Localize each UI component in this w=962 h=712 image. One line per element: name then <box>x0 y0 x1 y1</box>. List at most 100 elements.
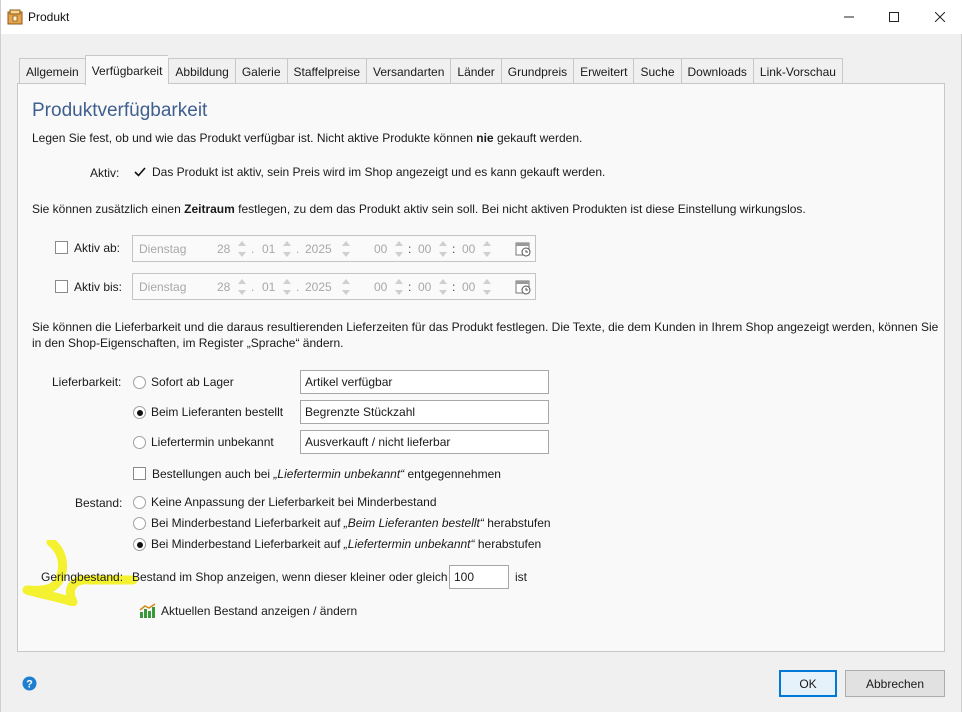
minute-spinner-icon[interactable] <box>439 239 447 259</box>
month-spinner-icon[interactable] <box>283 277 291 297</box>
bestand-label: Bestand: <box>75 496 123 510</box>
radio-sofort-ab-lager[interactable] <box>133 376 146 389</box>
tab-suche[interactable]: Suche <box>633 58 681 86</box>
tab-versandarten[interactable]: Versandarten <box>366 58 451 86</box>
weekday-field: Dienstag <box>139 242 187 256</box>
date-separator: . <box>251 280 255 294</box>
minimize-icon <box>844 16 854 18</box>
radio-label: Beim Lieferanten bestellt <box>151 405 284 419</box>
text-sofort-input[interactable]: Artikel verfügbar <box>300 370 549 394</box>
time-separator: : <box>408 242 412 256</box>
month-field[interactable]: 01 <box>262 280 275 294</box>
orders-unknown-label: Bestellungen auch bei „Liefertermin unbe… <box>152 467 501 481</box>
bestand-option-label: Bei Minderbestand Lieferbarkeit auf „Lie… <box>151 537 542 551</box>
text-unbekannt-input[interactable]: Ausverkauft / nicht lieferbar <box>300 430 549 454</box>
hour-field[interactable]: 00 <box>374 280 387 294</box>
time-separator: : <box>452 280 456 294</box>
text-lieferanten-input[interactable]: Begrenzte Stückzahl <box>300 400 549 424</box>
month-spinner-icon[interactable] <box>283 239 291 259</box>
hour-spinner-icon[interactable] <box>395 239 403 259</box>
day-spinner-icon[interactable] <box>238 277 246 297</box>
tab-laender[interactable]: Länder <box>450 58 501 86</box>
aktiv-description: Das Produkt ist aktiv, sein Preis wird i… <box>152 165 606 179</box>
dialog-window: Produkt Allgemein Verfügbarkeit Abbildun… <box>0 0 962 712</box>
radio-liefertermin-unbekannt[interactable] <box>133 436 146 449</box>
year-spinner-icon[interactable] <box>342 277 350 297</box>
geringbestand-input[interactable]: 100 <box>449 565 509 589</box>
stock-chart-icon <box>139 603 156 618</box>
month-field[interactable]: 01 <box>262 242 275 256</box>
radio-keine-anpassung[interactable] <box>133 496 146 509</box>
calendar-icon[interactable] <box>515 241 531 257</box>
hour-spinner-icon[interactable] <box>395 277 403 297</box>
aktiv-ab-datetime-picker[interactable]: Dienstag 28 . 01 . 2025 00 : 00 : 00 <box>132 235 536 262</box>
lieferbarkeit-text-line1: Sie können die Lieferbarkeit und die dar… <box>32 320 939 334</box>
intro-text: Legen Sie fest, ob und wie das Produkt v… <box>32 131 583 145</box>
tab-grundpreis[interactable]: Grundpreis <box>500 58 574 86</box>
minute-spinner-icon[interactable] <box>439 277 447 297</box>
maximize-button[interactable] <box>871 0 917 34</box>
second-spinner-icon[interactable] <box>483 277 491 297</box>
minute-field[interactable]: 00 <box>418 280 431 294</box>
hour-field[interactable]: 00 <box>374 242 387 256</box>
stock-link-label: Aktuellen Bestand anzeigen / ändern <box>161 604 358 618</box>
tab-bar: Allgemein Verfügbarkeit Abbildung Galeri… <box>19 55 843 86</box>
radio-label: Sofort ab Lager <box>151 375 234 389</box>
page-title: Produktverfügbarkeit <box>32 100 208 121</box>
tab-downloads[interactable]: Downloads <box>680 58 753 86</box>
aktiv-label: Aktiv: <box>90 166 120 180</box>
help-icon[interactable]: ? <box>22 676 37 691</box>
year-field[interactable]: 2025 <box>305 280 332 294</box>
aktiv-bis-datetime-picker[interactable]: Dienstag 28 . 01 . 2025 00 : 00 : 00 <box>132 273 536 300</box>
close-icon <box>935 12 945 22</box>
tab-link-vorschau[interactable]: Link-Vorschau <box>752 58 843 86</box>
aktiv-bis-label: Aktiv bis: <box>74 280 123 294</box>
tab-erweitert[interactable]: Erweitert <box>573 58 634 86</box>
svg-text:?: ? <box>26 679 33 691</box>
tab-abbildung[interactable]: Abbildung <box>168 58 235 86</box>
date-separator: . <box>296 280 300 294</box>
date-separator: . <box>251 242 255 256</box>
day-field[interactable]: 28 <box>217 280 230 294</box>
time-separator: : <box>408 280 412 294</box>
radio-beim-lieferanten[interactable] <box>133 406 146 419</box>
minimize-button[interactable] <box>826 0 872 34</box>
second-field[interactable]: 00 <box>462 280 475 294</box>
window-title: Produkt <box>28 10 70 24</box>
aktiv-checkbox[interactable] <box>133 165 147 179</box>
geringbestand-unit: ist <box>515 570 527 584</box>
year-field[interactable]: 2025 <box>305 242 332 256</box>
orders-unknown-checkbox[interactable] <box>133 467 146 480</box>
ok-button[interactable]: OK <box>779 670 837 697</box>
aktiv-ab-checkbox[interactable] <box>55 241 68 254</box>
second-spinner-icon[interactable] <box>483 239 491 259</box>
tab-allgemein[interactable]: Allgemein <box>19 58 85 86</box>
radio-selected-dot <box>136 409 143 416</box>
radio-herabstufen-bestellt[interactable] <box>133 517 146 530</box>
time-separator: : <box>452 242 456 256</box>
radio-label: Liefertermin unbekannt <box>151 435 274 449</box>
day-spinner-icon[interactable] <box>238 239 246 259</box>
maximize-icon <box>889 12 899 22</box>
aktiv-bis-checkbox[interactable] <box>55 280 68 293</box>
tab-galerie[interactable]: Galerie <box>234 58 287 86</box>
title-bar: Produkt <box>1 0 962 34</box>
bestand-option-label: Bei Minderbestand Lieferbarkeit auf „Bei… <box>151 516 551 530</box>
minute-field[interactable]: 00 <box>418 242 431 256</box>
weekday-field: Dienstag <box>139 280 187 294</box>
second-field[interactable]: 00 <box>462 242 475 256</box>
tab-staffelpreise[interactable]: Staffelpreise <box>286 58 366 86</box>
aktiv-ab-label: Aktiv ab: <box>74 241 121 255</box>
geringbestand-text: Bestand im Shop anzeigen, wenn dieser kl… <box>132 570 448 584</box>
calendar-icon[interactable] <box>515 279 531 295</box>
stock-link[interactable]: Aktuellen Bestand anzeigen / ändern <box>139 603 357 619</box>
tab-verfuegbarkeit[interactable]: Verfügbarkeit <box>84 55 169 86</box>
bestand-option-label: Keine Anpassung der Lieferbarkeit bei Mi… <box>151 495 437 509</box>
day-field[interactable]: 28 <box>217 242 230 256</box>
lieferbarkeit-label: Lieferbarkeit: <box>52 375 122 389</box>
geringbestand-label: Geringbestand: <box>41 570 124 584</box>
date-separator: . <box>296 242 300 256</box>
cancel-button[interactable]: Abbrechen <box>845 670 945 697</box>
close-button[interactable] <box>917 0 962 34</box>
year-spinner-icon[interactable] <box>342 239 350 259</box>
